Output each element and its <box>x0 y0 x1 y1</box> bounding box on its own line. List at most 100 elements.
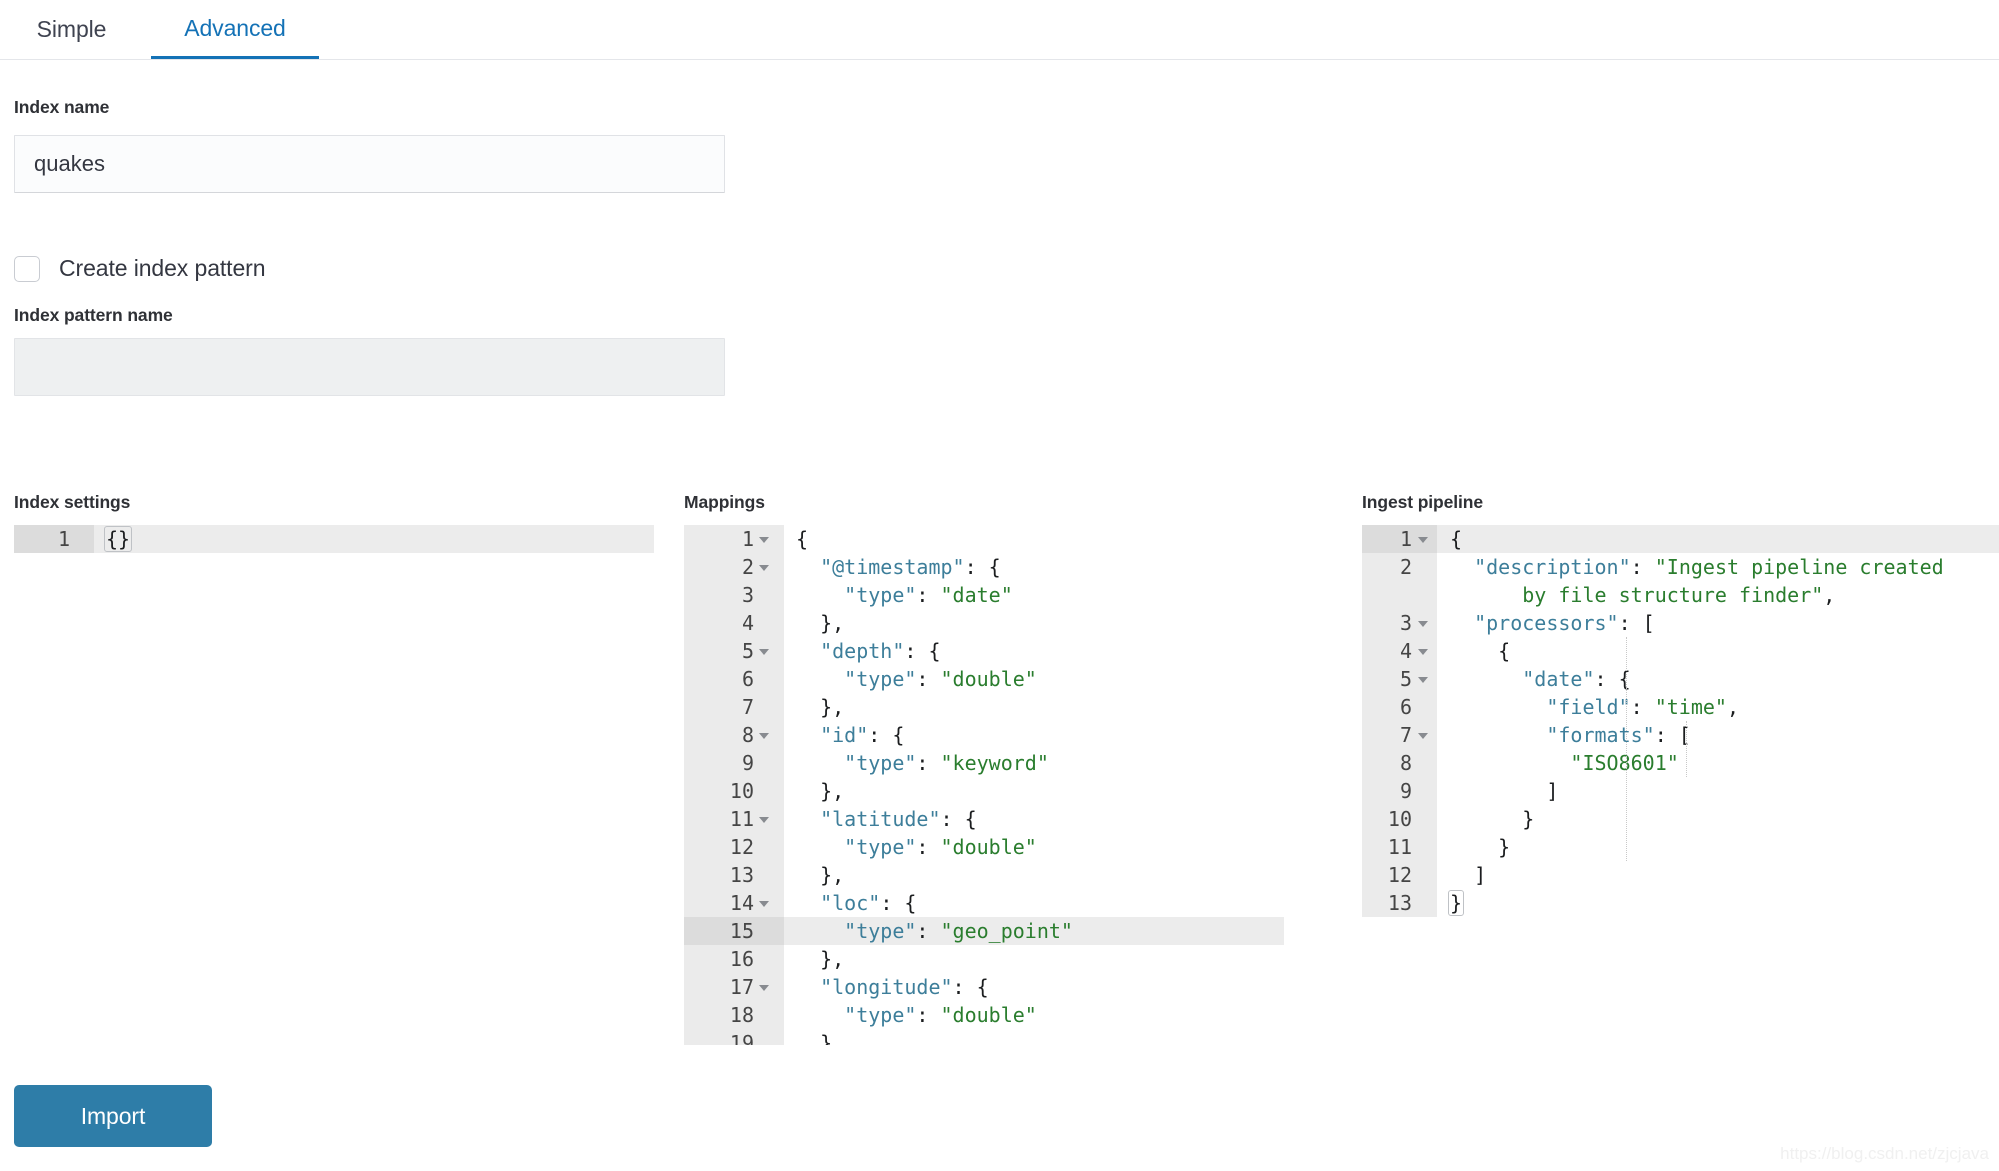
code-line: ] <box>1450 777 1558 805</box>
line-number: 7 <box>684 693 754 721</box>
code-line: {} <box>106 525 130 553</box>
code-line: "latitude": { <box>796 805 977 833</box>
line-number: 3 <box>1362 609 1412 637</box>
fold-toggle-icon[interactable] <box>759 985 769 991</box>
line-number: 6 <box>1362 693 1412 721</box>
tab-simple[interactable]: Simple <box>14 0 129 59</box>
line-number: 4 <box>684 609 754 637</box>
create-index-pattern-checkbox[interactable] <box>14 256 40 282</box>
code-line: }, <box>796 693 844 721</box>
fold-toggle-icon[interactable] <box>1418 733 1428 739</box>
fold-toggle-icon[interactable] <box>759 733 769 739</box>
line-number: 10 <box>1362 805 1412 833</box>
fold-toggle-icon[interactable] <box>1418 537 1428 543</box>
tab-simple-label: Simple <box>37 16 107 43</box>
code-line: }, <box>796 861 844 889</box>
line-number: 11 <box>1362 833 1412 861</box>
code-line: "longitude": { <box>796 973 989 1001</box>
line-number: 1 <box>1362 525 1412 553</box>
code-line: "type": "keyword" <box>796 749 1049 777</box>
code-line: "type": "date" <box>796 581 1013 609</box>
index-name-label: Index name <box>14 97 109 118</box>
code-line: "depth": { <box>796 637 941 665</box>
line-number: 2 <box>1362 553 1412 581</box>
index-settings-title: Index settings <box>14 492 130 513</box>
index-pattern-name-input[interactable] <box>14 338 725 396</box>
fold-toggle-icon[interactable] <box>1418 649 1428 655</box>
line-number: 18 <box>684 1001 754 1029</box>
fold-toggle-icon[interactable] <box>1418 677 1428 683</box>
code-line: } <box>1450 833 1510 861</box>
line-number: 8 <box>684 721 754 749</box>
code-line: "type": "double" <box>796 665 1037 693</box>
ingest-pipeline-editor-inner: 1 {2 "description": "Ingest pipeline crea… <box>1362 525 1999 1045</box>
line-number: 4 <box>1362 637 1412 665</box>
fold-toggle-icon[interactable] <box>759 817 769 823</box>
line-number: 13 <box>684 861 754 889</box>
indent-guide <box>1686 721 1687 777</box>
line-number: 1 <box>684 525 754 553</box>
code-line: }, <box>796 1029 844 1045</box>
tab-bar: Simple Advanced <box>0 0 1999 60</box>
code-line: } <box>1450 889 1462 917</box>
watermark: https://blog.csdn.net/zjcjava <box>1780 1144 1989 1164</box>
code-line: } <box>1450 805 1534 833</box>
code-line: "type": "double" <box>796 833 1037 861</box>
index-settings-editor[interactable]: 1 {} <box>14 525 654 1045</box>
code-line: "loc": { <box>796 889 916 917</box>
code-line: "description": "Ingest pipeline created <box>1450 553 1944 581</box>
index-name-input[interactable] <box>14 135 725 193</box>
tab-advanced-label: Advanced <box>184 15 286 42</box>
line-number: 5 <box>684 637 754 665</box>
mappings-editor[interactable]: 1{2 "@timestamp": {3 "type": "date"4 },5… <box>684 525 1324 1045</box>
code-line: ] <box>1450 861 1486 889</box>
line-number: 5 <box>1362 665 1412 693</box>
code-line: "type": "double" <box>796 1001 1037 1029</box>
line-number: 19 <box>684 1029 754 1045</box>
code-line: }, <box>796 945 844 973</box>
code-line: }, <box>796 777 844 805</box>
line-number: 17 <box>684 973 754 1001</box>
indent-guide <box>1626 637 1627 861</box>
create-index-pattern-label: Create index pattern <box>59 255 265 282</box>
ingest-pipeline-editor[interactable]: 1 {2 "description": "Ingest pipeline crea… <box>1362 525 1999 1045</box>
line-number: 8 <box>1362 749 1412 777</box>
fold-toggle-icon[interactable] <box>759 901 769 907</box>
mappings-editor-inner: 1{2 "@timestamp": {3 "type": "date"4 },5… <box>684 525 1324 1045</box>
fold-toggle-icon[interactable] <box>759 649 769 655</box>
line-number: 14 <box>684 889 754 917</box>
line-number: 9 <box>684 749 754 777</box>
code-line: "field": "time", <box>1450 693 1739 721</box>
code-line: "id": { <box>796 721 904 749</box>
fold-toggle-icon[interactable] <box>759 537 769 543</box>
mappings-title: Mappings <box>684 492 765 513</box>
line-number: 15 <box>684 917 754 945</box>
line-number: 7 <box>1362 721 1412 749</box>
line-number: 12 <box>684 833 754 861</box>
active-line-highlight <box>94 525 654 553</box>
code-line: }, <box>796 609 844 637</box>
code-line: "date": { <box>1450 665 1631 693</box>
tab-advanced[interactable]: Advanced <box>151 0 319 59</box>
index-settings-editor-inner: 1 {} <box>14 525 654 1045</box>
code-line: "processors": [ <box>1450 609 1655 637</box>
line-number: 13 <box>1362 889 1412 917</box>
line-number: 6 <box>684 665 754 693</box>
import-button[interactable]: Import <box>14 1085 212 1147</box>
create-index-pattern-checkbox-row[interactable]: Create index pattern <box>14 255 265 282</box>
fold-toggle-icon[interactable] <box>759 565 769 571</box>
code-line: "type": "geo_point" <box>796 917 1073 945</box>
active-line-highlight <box>1437 525 1999 553</box>
line-number: 10 <box>684 777 754 805</box>
code-line: { <box>796 525 808 553</box>
line-number: 16 <box>684 945 754 973</box>
line-number: 12 <box>1362 861 1412 889</box>
line-number: 3 <box>684 581 754 609</box>
code-line: "formats": [ <box>1450 721 1691 749</box>
ingest-pipeline-title: Ingest pipeline <box>1362 492 1483 513</box>
line-number: 1 <box>14 525 70 553</box>
fold-toggle-icon[interactable] <box>1418 621 1428 627</box>
line-number: 2 <box>684 553 754 581</box>
code-line: "ISO8601" <box>1450 749 1679 777</box>
code-line: { <box>1450 525 1462 553</box>
